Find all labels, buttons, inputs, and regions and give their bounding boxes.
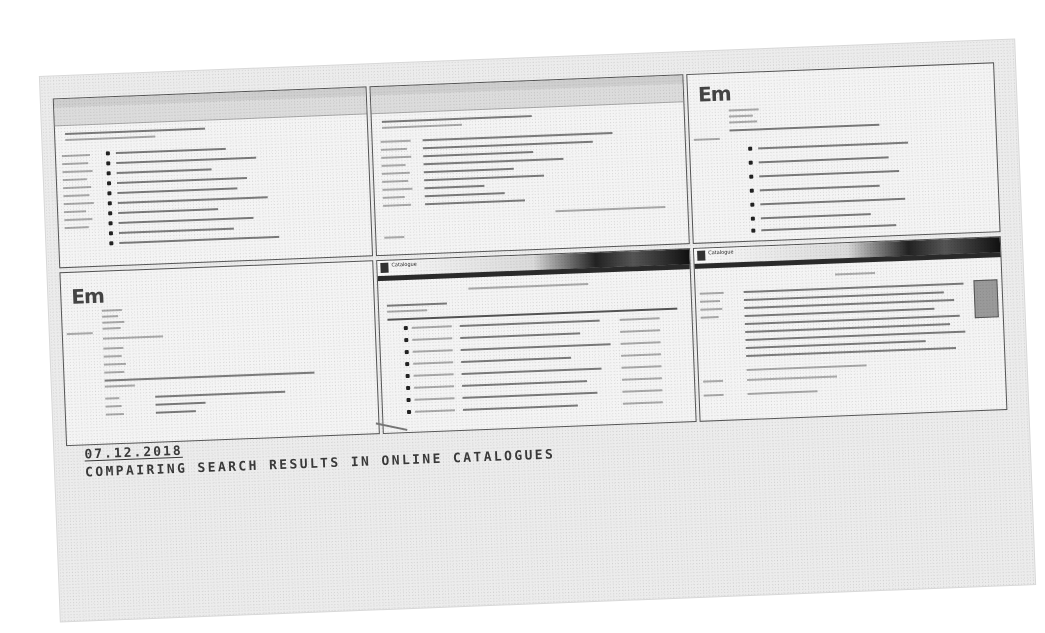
screenshot-panel-2 <box>369 74 690 257</box>
catalogue-logo-icon <box>697 250 706 261</box>
screenshot-panel-3: Em <box>686 62 1001 244</box>
catalogue-title: Catalogue <box>391 261 417 269</box>
caption-date: 07.12.2018 <box>84 443 183 463</box>
cover-thumbnail <box>973 279 999 319</box>
catalogue-logo: Em <box>697 81 732 107</box>
screenshot-panel-5: Catalogue <box>376 248 697 435</box>
catalogue-logo: Em <box>70 283 105 309</box>
screenshot-panel-6: Catalogue <box>692 236 1008 422</box>
screenshot-panel-4: Em <box>59 260 380 447</box>
screenshot-panel-1 <box>52 86 374 269</box>
printed-sheet: Em Em Catalogue Catalogue 07.12.2018 COM… <box>39 39 1036 622</box>
catalogue-title: Catalogue <box>708 249 734 257</box>
catalogue-logo-icon <box>380 262 389 273</box>
